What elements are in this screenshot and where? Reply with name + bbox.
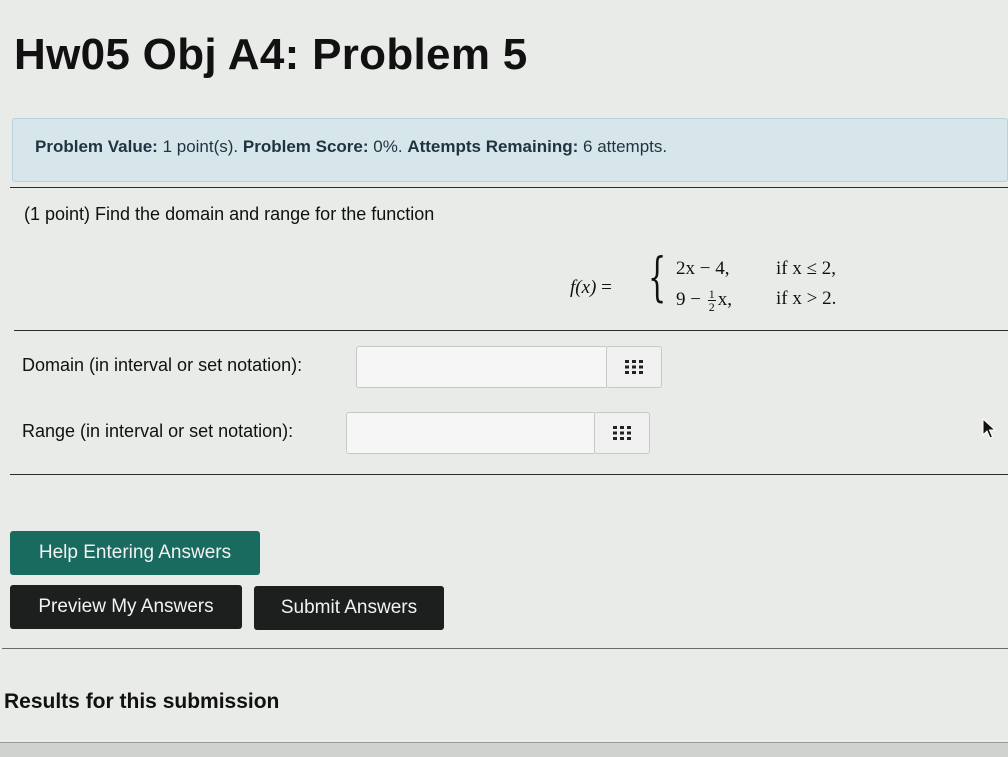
domain-input[interactable] bbox=[356, 346, 608, 388]
fraction-one-half: 1 2 bbox=[707, 287, 716, 314]
mouse-cursor-icon bbox=[982, 418, 997, 439]
divider bbox=[10, 474, 1008, 475]
problem-value: 1 point(s). bbox=[162, 137, 239, 156]
problem-info-bar: Problem Value: 1 point(s). Problem Score… bbox=[12, 118, 1008, 182]
case-2-expression: 9 − 1 2 x, bbox=[676, 287, 732, 314]
results-heading: Results for this submission bbox=[4, 690, 280, 713]
grid-icon bbox=[625, 360, 643, 374]
domain-label: Domain (in interval or set notation): bbox=[22, 355, 303, 375]
problem-statement: (1 point) Find the domain and range for … bbox=[24, 204, 435, 224]
function-lhs: f(x) = bbox=[570, 277, 612, 298]
problem-score: 0%. bbox=[373, 137, 403, 156]
help-entering-answers-button[interactable]: Help Entering Answers bbox=[10, 531, 260, 575]
page-title: Hw05 Obj A4: Problem 5 bbox=[14, 30, 528, 79]
attempts-remaining-label: Attempts Remaining: bbox=[407, 137, 579, 156]
divider bbox=[10, 187, 1008, 188]
case-1-expression: 2x − 4, bbox=[676, 258, 730, 279]
attempts-remaining: 6 attempts. bbox=[583, 137, 668, 156]
case-1-condition: if x ≤ 2, bbox=[776, 258, 837, 279]
range-label: Range (in interval or set notation): bbox=[22, 421, 294, 441]
domain-equation-editor-button[interactable] bbox=[606, 346, 662, 388]
problem-score-label: Problem Score: bbox=[242, 137, 369, 156]
range-equation-editor-button[interactable] bbox=[594, 412, 650, 454]
piecewise-function: f(x) = { 2x − 4, if x ≤ 2, 9 − 1 2 x, if… bbox=[570, 252, 870, 318]
divider bbox=[14, 330, 1008, 331]
results-table-header bbox=[0, 742, 1008, 757]
divider bbox=[2, 648, 1008, 649]
preview-answers-button[interactable]: Preview My Answers bbox=[10, 585, 242, 629]
brace-icon: { bbox=[648, 248, 667, 308]
case-2-condition: if x > 2. bbox=[776, 288, 837, 309]
grid-icon bbox=[613, 426, 631, 440]
problem-value-label: Problem Value: bbox=[35, 137, 158, 156]
submit-answers-button[interactable]: Submit Answers bbox=[254, 586, 444, 630]
range-input[interactable] bbox=[346, 412, 596, 454]
